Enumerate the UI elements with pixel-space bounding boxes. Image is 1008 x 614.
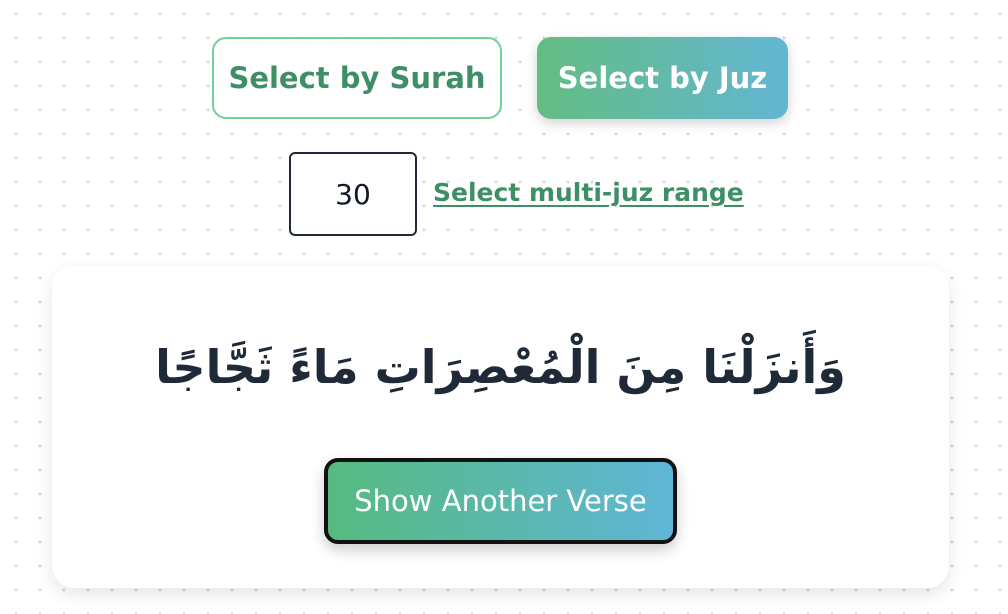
verse-text: وَأَنزَلْنَا مِنَ الْمُعْصِرَاتِ مَاءً ث… [155,340,846,394]
show-another-verse-button[interactable]: Show Another Verse [324,458,677,544]
multi-juz-range-link[interactable]: Select multi-juz range [433,178,744,207]
select-by-juz-button[interactable]: Select by Juz [537,37,788,119]
select-by-surah-button[interactable]: Select by Surah [212,37,502,119]
juz-number-input[interactable] [289,152,417,236]
verse-card: وَأَنزَلْنَا مِنَ الْمُعْصِرَاتِ مَاءً ث… [52,266,949,588]
